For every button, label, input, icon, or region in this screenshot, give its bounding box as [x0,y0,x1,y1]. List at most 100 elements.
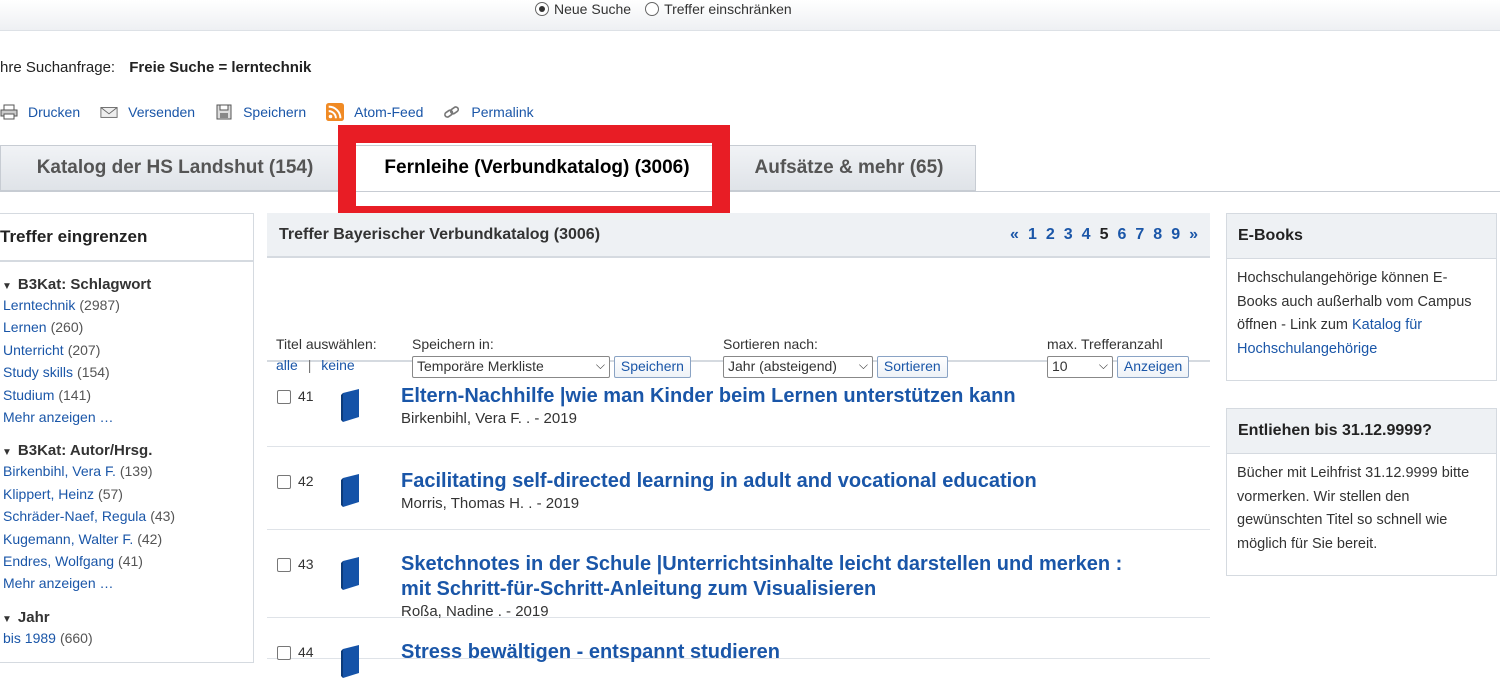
result-title-line: Stress bewältigen - entspannt studieren [401,641,780,663]
pager-page-link[interactable]: 1 [1028,226,1037,244]
result-number: 42 [298,473,314,489]
book-icon [339,474,361,513]
result-meta: Birkenbihl, Vera F. . - 2019 [401,410,577,427]
facet-groups: ▼ B3Kat: Schlagwort Lerntechnik (2987) Lerne… [0,276,253,649]
book-icon [339,557,361,596]
chain-link-icon [443,104,461,120]
facet-item: Unterricht (207) [0,339,253,361]
print-link[interactable]: Drucken [28,104,80,120]
save-action[interactable]: Speichern [215,104,306,120]
tab-label: Fernleihe (Verbundkatalog) (3006) [384,157,690,178]
facet-item-link[interactable]: Unterricht [3,342,64,358]
save-link[interactable]: Speichern [243,104,306,120]
pager-page-link[interactable]: 4 [1082,226,1091,244]
facet-item-count: (260) [50,319,84,336]
result-checkbox[interactable] [277,646,291,660]
pager-page-link[interactable]: 3 [1064,226,1073,244]
collapse-triangle-icon: ▼ [2,447,12,459]
result-checkbox[interactable] [277,390,291,404]
book-icon [339,389,361,428]
pager-page-link[interactable]: 8 [1153,226,1162,244]
new-search-radio[interactable] [535,2,549,16]
permalink-action[interactable]: Permalink [443,104,534,120]
facet-item-link[interactable]: Study skills [3,364,73,380]
facet-item: Lernen (260) [0,316,253,338]
result-title-link[interactable]: Facilitating self-directed learning in a… [401,469,1037,494]
facet-item-count: (43) [150,508,176,525]
facet-title[interactable]: ▼ Jahr [0,609,253,626]
facet-item-link[interactable]: Mehr anzeigen … [3,409,114,425]
atom-feed-link[interactable]: Atom-Feed [354,104,423,120]
result-title-line: Sketchnotes in der Schule |Unterrichtsin… [401,553,1123,575]
pager-page-link[interactable]: 6 [1117,226,1126,244]
loan-info-body: Bücher mit Leihfrist 31.12.9999 bitte vo… [1227,454,1496,564]
facet-item: Endres, Wolfgang (41) [0,550,253,572]
pager-page-link[interactable]: 9 [1171,226,1180,244]
ebooks-box: E-Books Hochschulangehörige können E-Boo… [1226,213,1497,381]
floppy-disk-icon [215,104,233,120]
collapse-triangle-icon: ▼ [2,281,12,292]
result-title-line: Eltern-Nachhilfe |wie man Kinder beim Le… [401,385,1016,407]
new-search-label[interactable]: Neue Suche [554,1,631,17]
result-number: 41 [298,388,314,404]
pager-page-link[interactable]: 5 [1100,226,1109,244]
loan-info-box: Entliehen bis 31.12.9999? Bücher mit Lei… [1226,408,1497,576]
result-checkbox[interactable] [277,558,291,572]
envelope-icon [100,104,118,120]
facet-item-link[interactable]: Kugemann, Walter F. [3,531,133,547]
printer-icon [0,104,18,120]
pager-next-link[interactable]: » [1189,226,1198,244]
facet-item-link[interactable]: Endres, Wolfgang [3,553,114,569]
results-controls: Titel auswählen: alle | keine Speichern … [267,258,1210,378]
send-link[interactable]: Versenden [128,104,195,120]
facet-item: Mehr anzeigen … [0,406,253,428]
facet-title-label: B3Kat: Schlagwort [17,276,152,293]
facet-item-link[interactable]: Studium [3,387,54,403]
search-mode-radios: Neue Suche Treffer einschränken [535,1,806,17]
facet-item-link[interactable]: Schräder-Naef, Regula [3,508,146,524]
facet-item-link[interactable]: Mehr anzeigen … [3,575,114,591]
facet-item-link[interactable]: Birkenbihl, Vera F. [3,463,116,479]
search-mode-bar: Neue Suche Treffer einschränken [0,0,1500,31]
loan-info-text: Bücher mit Leihfrist 31.12.9999 bitte vo… [1237,465,1470,552]
rss-feed-icon [326,103,345,121]
facet-item-link[interactable]: Lerntechnik [3,297,75,313]
facet-item: Studium (141) [0,384,253,406]
facet-panel: Treffer eingrenzen ▼ B3Kat: Schlagwort Ler… [0,213,254,663]
facet-item-count: (660) [59,629,93,646]
pager-prev-link[interactable]: « [1010,226,1019,244]
facet-item-count: (139) [119,463,153,480]
tab-hs-landshut[interactable]: Katalog der HS Landshut (154) [0,145,350,191]
result-title-link[interactable]: Stress bewältigen - entspannt studieren [401,640,780,665]
book-icon [339,645,361,684]
facet-item: Lerntechnik (2987) [0,294,253,316]
pager-page-link[interactable]: 2 [1046,226,1055,244]
result-row: 42 Facilitating self-directed learning in… [267,447,1210,530]
pager-page-link[interactable]: 7 [1135,226,1144,244]
result-title-line: mit Schritt-für-Schritt-Anleitung zum Vi… [401,578,877,600]
results-header: Treffer Bayerischer Verbundkatalog (3006… [267,213,1210,258]
facet-title[interactable]: ▼ B3Kat: Autor/Hrsg. [0,442,253,459]
permalink-link[interactable]: Permalink [471,104,533,120]
result-title-link[interactable]: Sketchnotes in der Schule |Unterrichtsin… [401,552,1122,602]
result-checkbox[interactable] [277,475,291,489]
search-query-label: hre Suchanfrage: [0,59,116,76]
send-action[interactable]: Versenden [100,104,195,120]
facet-title[interactable]: ▼ B3Kat: Schlagwort [0,276,253,293]
facet-item-link[interactable]: bis 1989 [3,630,56,646]
restrict-results-radio[interactable] [645,2,660,16]
pagination: « 1 2 3 4 5 6 7 8 9 » [1001,226,1198,244]
result-row: 44 Stress bewältigen - entspannt studiere… [267,618,1210,678]
atom-feed-action[interactable]: Atom-Feed [326,103,423,121]
result-title-link[interactable]: Eltern-Nachhilfe |wie man Kinder beim Le… [401,384,1016,409]
tab-fernleihe[interactable]: Fernleihe (Verbundkatalog) (3006) [352,145,722,191]
restrict-results-label[interactable]: Treffer einschränken [664,1,792,17]
facet-item-link[interactable]: Klippert, Heinz [3,486,94,502]
facet-item: Birkenbihl, Vera F. (139) [0,460,253,482]
print-action[interactable]: Drucken [0,104,80,120]
facet-item-link[interactable]: Lernen [3,319,47,335]
facet-item-count: (2987) [79,297,120,313]
tab-label: Katalog der HS Landshut (154) [36,157,314,178]
tab-aufsaetze[interactable]: Aufsätze & mehr (65) [722,145,976,191]
result-meta: Morris, Thomas H. . - 2019 [401,495,580,512]
